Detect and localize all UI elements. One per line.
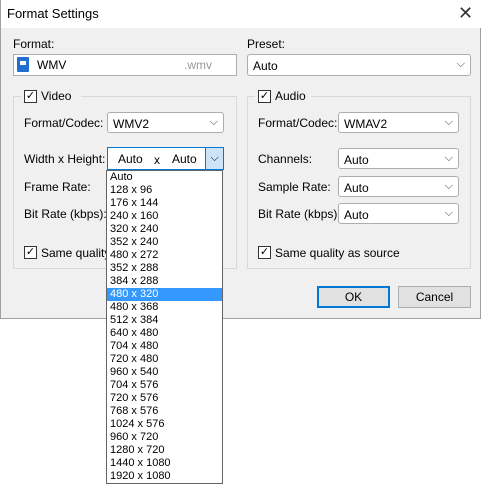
audio-codec-select[interactable]: WMAV2 ⌵ — [338, 112, 459, 133]
audio-bitrate-value: Auto — [344, 208, 369, 222]
resolution-option[interactable]: 512 x 384 — [107, 314, 222, 327]
preset-select[interactable]: Auto ⌵ — [247, 54, 471, 76]
preset-value: Auto — [253, 59, 278, 73]
chevron-down-icon[interactable]: ⌵ — [205, 148, 223, 169]
samplerate-label: Sample Rate: — [258, 180, 331, 194]
resolution-option[interactable]: 352 x 240 — [107, 236, 222, 249]
channels-select[interactable]: Auto ⌵ — [338, 148, 459, 169]
audio-group-label: Audio — [275, 89, 306, 103]
chevron-down-icon: ⌵ — [444, 180, 453, 192]
preset-label: Preset: — [247, 37, 286, 51]
close-icon[interactable]: ✕ — [449, 0, 482, 28]
title-bar: Format Settings ✕ — [1, 0, 482, 28]
audio-codec-label: Format/Codec: — [258, 116, 338, 130]
resolution-option[interactable]: Auto — [107, 171, 222, 184]
resolution-option[interactable]: 320 x 240 — [107, 223, 222, 236]
resolution-option[interactable]: 640 x 480 — [107, 327, 222, 340]
video-bitrate-label: Bit Rate (kbps): — [24, 207, 107, 221]
resolution-option[interactable]: 720 x 480 — [107, 353, 222, 366]
resolution-option[interactable]: 480 x 320 — [107, 288, 222, 301]
resolution-dropdown-list[interactable]: Auto 128 x 96 176 x 144 240 x 160 320 x 240 3… — [106, 170, 223, 484]
resolution-option[interactable]: 1024 x 576 — [107, 418, 222, 431]
resolution-option[interactable]: 480 x 272 — [107, 249, 222, 262]
chevron-down-icon: ⌵ — [444, 207, 453, 219]
chevron-down-icon: ⌵ — [209, 116, 218, 128]
resolution-option[interactable]: 1920 x 1080 — [107, 470, 222, 483]
size-separator: x — [154, 153, 160, 167]
video-codec-value: WMV2 — [113, 117, 149, 131]
channels-label: Channels: — [258, 152, 313, 166]
resolution-option[interactable]: 704 x 576 — [107, 379, 222, 392]
resolution-option[interactable]: 960 x 540 — [107, 366, 222, 379]
resolution-option[interactable]: 768 x 576 — [107, 405, 222, 418]
file-icon-detail — [20, 61, 26, 65]
video-same-quality-checkbox[interactable]: ✓ — [24, 246, 37, 259]
format-extension: .wmv — [184, 58, 212, 72]
audio-same-quality-label: Same quality as source — [275, 246, 400, 260]
chevron-down-icon: ⌵ — [456, 58, 465, 70]
video-codec-label: Format/Codec: — [24, 116, 104, 130]
resolution-option[interactable]: 384 x 288 — [107, 275, 222, 288]
audio-same-quality-checkbox[interactable]: ✓ — [258, 246, 271, 259]
chevron-down-icon: ⌵ — [444, 152, 453, 164]
chevron-down-icon: ⌵ — [444, 116, 453, 128]
width-value: Auto — [118, 152, 143, 166]
resolution-option[interactable]: 1440 x 1080 — [107, 457, 222, 470]
resolution-option[interactable]: 176 x 144 — [107, 197, 222, 210]
video-checkbox[interactable]: ✓ — [24, 90, 37, 103]
resolution-option[interactable]: 1280 x 720 — [107, 444, 222, 457]
resolution-option[interactable]: 720 x 576 — [107, 392, 222, 405]
format-value: WMV — [37, 58, 67, 72]
channels-value: Auto — [344, 153, 369, 167]
video-codec-select[interactable]: WMV2 ⌵ — [107, 112, 224, 133]
audio-checkbox[interactable]: ✓ — [258, 90, 271, 103]
audio-bitrate-label: Bit Rate (kbps): — [258, 207, 341, 221]
size-select[interactable]: Auto x Auto ⌵ — [107, 147, 224, 170]
samplerate-value: Auto — [344, 181, 369, 195]
format-field[interactable]: WMV .wmv — [13, 54, 237, 76]
resolution-option[interactable]: 352 x 288 — [107, 262, 222, 275]
video-group-label: Video — [41, 89, 72, 103]
resolution-option[interactable]: 480 x 368 — [107, 301, 222, 314]
ok-button[interactable]: OK — [317, 286, 390, 308]
cancel-button[interactable]: Cancel — [398, 286, 471, 308]
resolution-option[interactable]: 128 x 96 — [107, 184, 222, 197]
resolution-option[interactable]: 704 x 480 — [107, 340, 222, 353]
size-label: Width x Height: — [24, 152, 106, 166]
format-label: Format: — [13, 37, 55, 51]
height-value: Auto — [172, 152, 197, 166]
framerate-label: Frame Rate: — [24, 180, 91, 194]
format-settings-dialog: Format Settings ✕ Format: WMV .wmv Prese… — [0, 0, 482, 319]
resolution-option[interactable]: 960 x 720 — [107, 431, 222, 444]
resolution-option[interactable]: 240 x 160 — [107, 210, 222, 223]
audio-codec-value: WMAV2 — [344, 117, 388, 131]
window-title: Format Settings — [7, 6, 99, 21]
samplerate-select[interactable]: Auto ⌵ — [338, 176, 459, 197]
audio-bitrate-select[interactable]: Auto ⌵ — [338, 203, 459, 224]
